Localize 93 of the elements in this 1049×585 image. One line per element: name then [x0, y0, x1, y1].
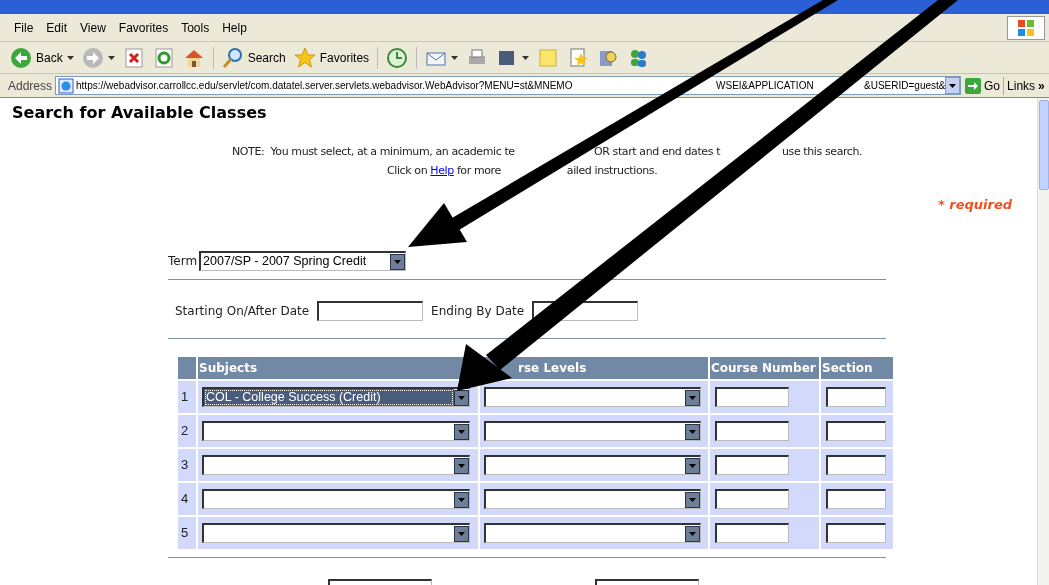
more-chevron[interactable]: »	[1038, 76, 1045, 95]
menu-item[interactable]: Edit	[40, 17, 74, 38]
links-button[interactable]: Links	[1007, 76, 1036, 95]
help-link[interactable]: Help	[430, 164, 454, 177]
search-icon	[221, 46, 244, 69]
column-header: Course Number	[710, 357, 819, 379]
dropdown-button[interactable]	[454, 389, 469, 406]
level-select[interactable]	[484, 421, 701, 441]
subject-select[interactable]	[202, 523, 470, 543]
stop-icon	[122, 46, 145, 69]
star-icon	[293, 46, 316, 69]
dropdown-button[interactable]	[685, 525, 700, 542]
level-select[interactable]	[484, 489, 701, 509]
dropdown-button[interactable]	[454, 491, 469, 508]
scrollbar-thumb[interactable]	[1039, 100, 1049, 190]
menu-item[interactable]: Favorites	[112, 17, 175, 38]
field-label: Ending By Date	[431, 303, 525, 320]
date-field[interactable]	[317, 301, 424, 321]
caret-icon	[394, 259, 402, 264]
course-number-field[interactable]	[715, 489, 789, 509]
dropdown-button[interactable]	[454, 457, 469, 474]
caret-icon	[689, 497, 696, 502]
section-field[interactable]	[826, 489, 886, 509]
section-field[interactable]	[826, 455, 886, 475]
term-label: Term	[168, 253, 198, 270]
field-label: Starting On/After Date	[175, 303, 310, 320]
url-text: &USERID=guest&	[864, 79, 946, 92]
row-number: 2	[178, 415, 196, 447]
table-header	[178, 357, 196, 379]
caret-icon	[689, 531, 696, 536]
column-header: Section	[821, 357, 893, 379]
address-field[interactable]: https://webadvisor.carrollcc.edu/servlet/com.datatel.server.servlets.webadvisor.WebAdvisor?MENU=st&MNEMO WSEI&APPLICATION &USERID=guest&	[55, 76, 962, 95]
course-number-field[interactable]	[715, 421, 789, 441]
subject-select[interactable]	[202, 489, 470, 509]
page-icon	[58, 77, 75, 94]
section-field[interactable]	[826, 421, 886, 441]
dropdown-button[interactable]	[390, 253, 406, 270]
course-number-field[interactable]	[715, 455, 789, 475]
caret-icon	[458, 463, 465, 468]
level-select[interactable]	[484, 455, 701, 475]
menu-item[interactable]: Tools	[175, 17, 216, 38]
menu-item[interactable]: Help	[216, 17, 253, 38]
required-note: * required	[938, 196, 1013, 214]
caret-icon	[458, 531, 465, 536]
caret-icon	[689, 395, 696, 400]
dropdown-button[interactable]	[454, 525, 469, 542]
address-label: Address	[8, 77, 53, 95]
page-heading: Search for Available Classes	[12, 102, 267, 124]
note-text: OR start and end dates t	[594, 145, 721, 158]
subject-select[interactable]: COL - College Success (Credit)	[202, 387, 470, 407]
row-number: 1	[178, 381, 196, 413]
subject-select[interactable]	[202, 421, 470, 441]
caret-icon	[949, 83, 957, 88]
level-select[interactable]	[484, 523, 701, 543]
subject-select[interactable]	[202, 455, 470, 475]
go-button[interactable]: Go	[964, 76, 1001, 95]
row-number: 5	[178, 517, 196, 549]
url-text: https://webadvisor.carrollcc.edu/servlet/com.datatel.server.servlets.webadvisor.WebAdvisor?MENU=st&MNEMO	[76, 79, 573, 92]
term-select[interactable]: 2007/SP - 2007 Spring Credit	[199, 251, 407, 271]
note-text: NOTE: You must select, at a minimum, an academic te	[232, 145, 515, 158]
caret-icon	[458, 395, 465, 400]
url-text: WSEI&APPLICATION	[716, 79, 814, 92]
page-star-icon	[567, 46, 590, 69]
dropdown-button[interactable]	[685, 457, 700, 474]
dropdown-button[interactable]	[685, 389, 700, 406]
caret-icon	[458, 429, 465, 434]
note-text: ailed instructions.	[566, 164, 658, 177]
level-select[interactable]	[484, 387, 701, 407]
caret-icon	[689, 463, 696, 468]
dropdown-button[interactable]	[454, 423, 469, 440]
row-number: 4	[178, 483, 196, 515]
note-text: use this search.	[782, 145, 863, 158]
dropdown-button[interactable]	[685, 423, 700, 440]
note-icon	[537, 46, 560, 69]
menu-item[interactable]: File	[8, 17, 40, 38]
favorites-button[interactable]: Favorites	[291, 44, 372, 71]
refresh-icon	[152, 46, 175, 69]
menu-item[interactable]: View	[74, 17, 112, 38]
search-button[interactable]: Search	[219, 44, 288, 71]
scrollbar[interactable]	[1037, 98, 1049, 585]
caret-icon	[689, 429, 696, 434]
windows-logo-icon	[1007, 15, 1045, 40]
course-number-field[interactable]	[715, 387, 789, 407]
section-field[interactable]	[826, 387, 886, 407]
caret-icon	[458, 497, 465, 502]
dropdown-button[interactable]	[945, 77, 961, 94]
section-field[interactable]	[826, 523, 886, 543]
clock-icon	[386, 46, 409, 69]
back-button[interactable]: Back	[8, 44, 76, 71]
row-number: 3	[178, 449, 196, 481]
course-number-field[interactable]	[715, 523, 789, 543]
note-text: Click on Help for more	[387, 164, 501, 177]
dropdown-button[interactable]	[685, 491, 700, 508]
